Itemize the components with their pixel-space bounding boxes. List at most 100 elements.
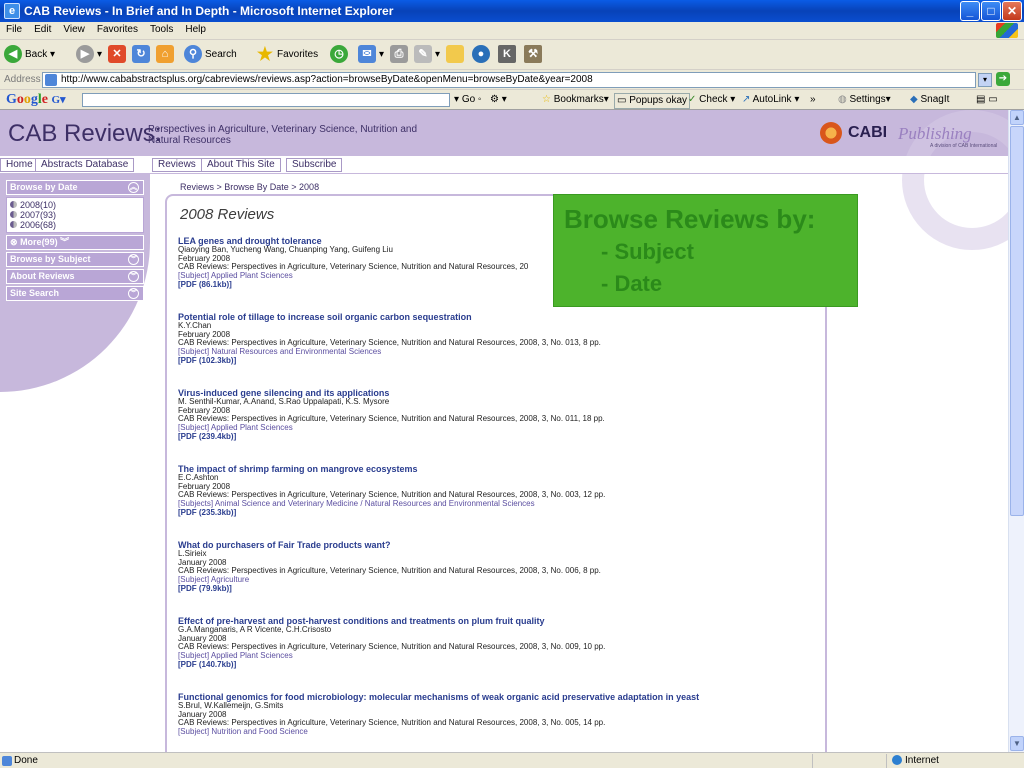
bookmark-star-icon: ☆ (542, 94, 551, 105)
review-title-link[interactable]: What do purchasers of Fair Trade product… (178, 540, 818, 550)
review-title-link[interactable]: Functional genomics for food microbiolog… (178, 692, 818, 702)
review-title-link[interactable]: The impact of shrimp farming on mangrove… (178, 464, 818, 474)
sidebar-about-reviews[interactable]: About Reviews ︾ (6, 269, 144, 284)
forward-button[interactable]: ▶ ▾ (76, 44, 102, 66)
internet-globe-icon (892, 755, 902, 766)
search-button[interactable]: ⚲ Search (184, 44, 237, 66)
year-list: 2008(10) 2007(93) 2006(68) (6, 197, 144, 233)
review-item: Virus-induced gene silencing and its app… (178, 388, 818, 441)
status-bar: Done Internet (0, 752, 1024, 768)
favorites-button[interactable]: ★ Favorites (256, 44, 318, 66)
autolink-button[interactable]: ↗ AutoLink ▾ (742, 93, 799, 107)
edit-icon: ✎ (414, 45, 432, 64)
edit-button[interactable]: ✎ ▾ (414, 44, 440, 66)
review-pdf-link[interactable]: [PDF (140.7kb)] (178, 660, 818, 669)
year-item-2006[interactable]: 2006(68) (10, 220, 140, 230)
messenger-button[interactable]: ● (472, 44, 493, 66)
menu-favorites[interactable]: Favorites (91, 22, 144, 35)
stop-button[interactable]: ✕ (108, 44, 129, 66)
settings-button[interactable]: ◍ Settings▾ (838, 93, 891, 107)
menu-help[interactable]: Help (179, 22, 212, 35)
review-item: The impact of shrimp farming on mangrove… (178, 464, 818, 517)
review-pdf-link[interactable]: [PDF (102.3kb)] (178, 356, 818, 365)
review-authors: K.Y.Chan (178, 322, 212, 330)
review-citation: CAB Reviews: Perspectives in Agriculture… (178, 567, 601, 575)
print-button[interactable]: ⎙ (390, 44, 411, 66)
callout-heading: Browse Reviews by: (564, 204, 816, 234)
breadcrumb[interactable]: Reviews > Browse By Date > 2008 (180, 182, 319, 192)
research-button[interactable]: K (498, 44, 519, 66)
scroll-thumb[interactable] (1010, 126, 1024, 516)
review-subject-link[interactable]: [Subject] Applied Plant Sciences (178, 423, 818, 433)
tools-button[interactable]: ⚒ (524, 44, 545, 66)
more-chevron-button[interactable]: » (810, 93, 816, 107)
google-go-button[interactable]: ▾ Go ◦ (454, 93, 481, 107)
status-divider (886, 754, 887, 768)
popups-button[interactable]: ▭ Popups okay (614, 93, 691, 109)
nav-abstracts-database[interactable]: Abstracts Database (35, 158, 135, 172)
spellcheck-button[interactable]: ✓ Check ▾ (688, 93, 735, 107)
review-pdf-link[interactable]: [PDF (235.3kb)] (178, 508, 818, 517)
sidebar-browse-by-subject[interactable]: Browse by Subject ︾ (6, 252, 144, 267)
review-pdf-link[interactable] (178, 736, 818, 745)
vertical-scrollbar[interactable]: ▲ ▼ (1008, 110, 1024, 752)
snagit-button[interactable]: ◆ SnagIt (910, 93, 949, 107)
refresh-icon: ↻ (132, 45, 150, 64)
google-logo[interactable]: Google G▾ (6, 92, 66, 108)
back-button[interactable]: ◀ Back ▾ (4, 44, 55, 66)
menu-view[interactable]: View (57, 22, 91, 35)
close-button[interactable]: ✕ (1002, 1, 1022, 21)
review-authors: G.A.Manganaris, A R Vicente, C.H.Crisost… (178, 626, 332, 634)
year-item-2008[interactable]: 2008(10) (10, 200, 140, 210)
zone-label: Internet (905, 755, 939, 766)
review-subject-link[interactable]: [Subject] Nutrition and Food Science (178, 727, 818, 737)
nav-subscribe[interactable]: Subscribe (286, 158, 343, 172)
autolink-label: AutoLink ▾ (752, 94, 800, 105)
address-bar: Address http://www.cababstractsplus.org/… (0, 70, 1024, 101)
nav-about-this-site[interactable]: About This Site (201, 158, 281, 172)
refresh-button[interactable]: ↻ (132, 44, 153, 66)
sidebar-more[interactable]: ⊗ More(99) ︾ (6, 235, 144, 250)
folder-button[interactable] (446, 44, 467, 66)
nav-home[interactable]: Home (0, 158, 39, 172)
review-pdf-link[interactable]: [PDF (239.4kb)] (178, 432, 818, 441)
review-subject-link[interactable]: [Subject] Applied Plant Sciences (178, 651, 818, 661)
search-icon: ⚲ (184, 45, 202, 64)
minimize-button[interactable]: _ (960, 1, 980, 21)
scroll-down-arrow-icon[interactable]: ▼ (1010, 736, 1024, 751)
review-pdf-link[interactable]: [PDF (79.9kb)] (178, 584, 818, 593)
review-title-link[interactable]: Effect of pre-harvest and post-harvest c… (178, 616, 818, 626)
google-search-input[interactable] (82, 93, 450, 107)
snagit-capture-icon[interactable]: ▤ ▭ (976, 93, 998, 107)
home-button[interactable]: ⌂ (156, 44, 177, 66)
address-url: http://www.cababstractsplus.org/cabrevie… (61, 74, 593, 85)
address-input[interactable]: http://www.cababstractsplus.org/cabrevie… (42, 72, 976, 88)
history-button[interactable]: ◷ (330, 44, 351, 66)
address-dropdown-button[interactable]: ▾ (978, 73, 992, 87)
review-date: February 2008 (178, 482, 231, 491)
settings-label: Settings▾ (849, 94, 891, 105)
go-button[interactable]: ➔ Go (996, 72, 1024, 101)
mail-button[interactable]: ✉ ▾ (358, 44, 384, 66)
review-title-link[interactable]: Virus-induced gene silencing and its app… (178, 388, 818, 398)
review-title-link[interactable]: Potential role of tillage to increase so… (178, 312, 818, 322)
nav-reviews[interactable]: Reviews (152, 158, 202, 172)
bookmarks-button[interactable]: ☆ Bookmarks▾ (542, 93, 609, 107)
sidebar-browse-by-date[interactable]: Browse by Date ︽ (6, 180, 144, 195)
sidebar-site-search[interactable]: Site Search ︾ (6, 286, 144, 301)
about-reviews-label: About Reviews (10, 271, 75, 281)
review-subject-link[interactable]: [Subject] Agriculture (178, 575, 818, 585)
scroll-up-arrow-icon[interactable]: ▲ (1010, 110, 1024, 125)
maximize-button[interactable]: □ (981, 1, 1001, 21)
year-bullet-icon (10, 201, 17, 208)
google-extra-icons[interactable]: ⚙ ▾ (490, 93, 507, 107)
menu-tools[interactable]: Tools (144, 22, 179, 35)
bookmarks-label: Bookmarks▾ (553, 94, 609, 105)
sidebar-panel: Browse by Date ︽ 2008(10) 2007(93) 2006(… (6, 180, 144, 303)
year-item-2007[interactable]: 2007(93) (10, 210, 140, 220)
window-title-bar[interactable]: e CAB Reviews - In Brief and In Depth - … (0, 0, 1024, 22)
review-subject-link[interactable]: [Subject] Natural Resources and Environm… (178, 347, 818, 357)
menu-edit[interactable]: Edit (28, 22, 57, 35)
menu-file[interactable]: File (0, 22, 28, 35)
review-subject-link[interactable]: [Subjects] Animal Science and Veterinary… (178, 499, 818, 509)
